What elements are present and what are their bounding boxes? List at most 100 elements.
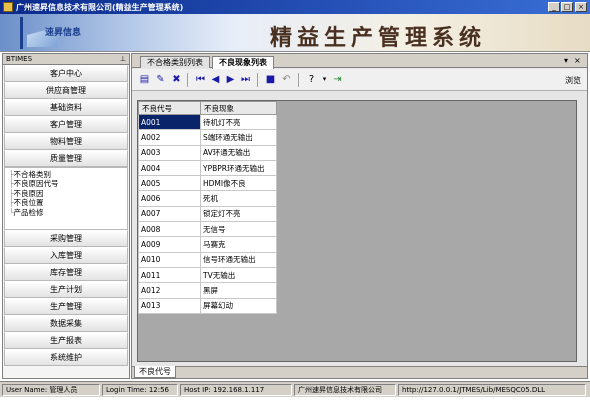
nav-production-management[interactable]: 生产管理 [4,298,128,315]
cell-defect-code[interactable]: A001 [138,113,201,131]
prev-record-icon[interactable]: ◀ [209,73,222,86]
cell-defect-phenomenon[interactable]: 屏幕幻动 [200,297,277,314]
nav-inventory-management[interactable]: 库存管理 [4,264,128,281]
cell-defect-phenomenon[interactable]: 锁定灯不亮 [200,205,277,223]
tab-close-icon[interactable]: × [574,56,581,65]
cell-defect-phenomenon[interactable]: 信号环通无输出 [200,251,277,268]
bottom-tab-strip: 不良代号 [132,366,587,378]
tree-item[interactable]: ├不良原因 [9,189,127,198]
nav-quality-management[interactable]: 质量管理 [4,150,128,167]
dropdown-arrow-icon[interactable]: ▾ [318,73,331,86]
toolbar: ▤ ✎ ✖ ⏮ ◀ ▶ ⏭ ■ ↶ ? ▾ ⇥ 浏览 [132,69,587,91]
cell-defect-phenomenon[interactable]: S端环通无输出 [200,129,277,146]
nav-purchase-management[interactable]: 采购管理 [4,230,128,247]
save-icon[interactable]: ■ [264,73,277,86]
status-user: User Name: 管理人员 [2,384,100,396]
cell-defect-phenomenon[interactable]: HDMI像不良 [200,175,277,192]
edit-icon[interactable]: ✎ [154,73,167,86]
table-row[interactable]: A008 无信号 [138,221,277,238]
nav-inbound-management[interactable]: 入库管理 [4,247,128,264]
new-icon[interactable]: ▤ [138,73,151,86]
table-row[interactable]: A012 黑屏 [138,282,277,299]
table-row[interactable]: A004 YPBPR环通无输出 [138,159,277,177]
tree-item[interactable]: └产品检修 [9,208,127,217]
table-row[interactable]: A009 马赛克 [138,236,277,253]
tab-strip: 不合格类别列表 不良现象列表 ▾ × [132,54,587,69]
table-row[interactable]: A007 锁定灯不亮 [138,205,277,223]
cell-defect-phenomenon[interactable]: 黑屏 [200,282,277,299]
nav-data-collection[interactable]: 数据采集 [4,315,128,332]
sidebar: BTIMES ⊥ 客户中心 供应商管理 基础资料 客户管理 物料管理 质量管理 … [2,53,130,379]
table-row[interactable]: A005 HDMI像不良 [138,175,277,192]
sidebar-header: BTIMES ⊥ [3,54,129,65]
app-banner: 速昇信息 精益生产管理系统 [0,14,590,52]
cell-defect-phenomenon[interactable]: 死机 [200,190,277,207]
cell-defect-code[interactable]: A005 [138,175,201,192]
cell-defect-phenomenon[interactable]: 无信号 [200,221,277,238]
help-icon[interactable]: ? [305,73,318,86]
column-header-code[interactable]: 不良代号 [138,101,201,115]
table-row[interactable]: A013 屏幕幻动 [138,297,277,314]
nav-production-reports[interactable]: 生产报表 [4,332,128,349]
cell-defect-phenomenon[interactable]: 马赛克 [200,236,277,253]
window-title: 广州速昇信息技术有限公司(精益生产管理系统) [16,3,184,12]
tree-item[interactable]: ├不良位置 [9,198,127,207]
nav-supplier-management[interactable]: 供应商管理 [4,82,128,99]
maximize-button[interactable]: □ [561,2,573,12]
nav-basic-data[interactable]: 基础资料 [4,99,128,116]
status-host-ip: Host IP: 192.168.1.117 [180,384,292,396]
tree-item[interactable]: ├不良原因代号 [9,179,127,188]
table-row[interactable]: A010 信号环通无输出 [138,251,277,268]
nav-customer-center[interactable]: 客户中心 [4,65,128,82]
nav-material-management[interactable]: 物料管理 [4,133,128,150]
company-logo: 速昇信息 [20,17,92,49]
table-row[interactable]: A011 TV无输出 [138,266,277,284]
cell-defect-code[interactable]: A003 [138,144,201,161]
defect-table: 不良代号 不良现象 A001 待机灯不亮 A002 S端环通无输出 A003 AV环通无输… [138,101,277,314]
table-row[interactable]: A003 AV环通无输出 [138,144,277,161]
browse-mode-label: 浏览 [565,76,581,85]
cell-defect-code[interactable]: A008 [138,221,201,238]
first-record-icon[interactable]: ⏮ [194,73,207,86]
cell-defect-phenomenon[interactable]: TV无输出 [200,266,277,284]
table-row[interactable]: A002 S端环通无输出 [138,129,277,146]
cell-defect-code[interactable]: A013 [138,297,201,314]
window-titlebar: 广州速昇信息技术有限公司(精益生产管理系统) _ □ × [0,0,590,14]
tab-defect-category-list[interactable]: 不合格类别列表 [140,56,210,68]
nav-production-plan[interactable]: 生产计划 [4,281,128,298]
sidebar-header-label: BTIMES [6,55,33,63]
undo-icon[interactable]: ↶ [280,73,293,86]
cell-defect-code[interactable]: A009 [138,236,201,253]
nav-customer-management[interactable]: 客户管理 [4,116,128,133]
tab-defect-phenomenon-list[interactable]: 不良现象列表 [212,56,274,69]
last-record-icon[interactable]: ⏭ [239,73,252,86]
cell-defect-code[interactable]: A002 [138,129,201,146]
main-panel: 不合格类别列表 不良现象列表 ▾ × ▤ ✎ ✖ ⏮ ◀ ▶ ⏭ ■ ↶ ? ▾… [131,53,588,379]
tree-item[interactable]: ├不合格类别 [9,170,127,179]
next-record-icon[interactable]: ▶ [224,73,237,86]
cell-defect-phenomenon[interactable]: AV环通无输出 [200,144,277,161]
cell-defect-code[interactable]: A006 [138,190,201,207]
delete-icon[interactable]: ✖ [170,73,183,86]
nav-system-maintenance[interactable]: 系统维护 [4,349,128,366]
status-login-time: Login Time: 12:56 [102,384,178,396]
cell-defect-code[interactable]: A012 [138,282,201,299]
defect-grid: 不良代号 不良现象 A001 待机灯不亮 A002 S端环通无输出 A003 AV环通无输… [137,100,577,362]
table-row[interactable]: A001 待机灯不亮 [138,113,277,131]
cell-defect-code[interactable]: A011 [138,266,201,284]
pin-icon[interactable]: ⊥ [120,54,126,64]
table-header-row: 不良代号 不良现象 [138,101,277,115]
minimize-button[interactable]: _ [548,2,560,12]
bottom-tab-defect-code[interactable]: 不良代号 [134,366,176,378]
column-header-phenomenon[interactable]: 不良现象 [200,101,277,115]
cell-defect-code[interactable]: A007 [138,205,201,223]
cell-defect-code[interactable]: A010 [138,251,201,268]
cell-defect-phenomenon[interactable]: YPBPR环通无输出 [200,159,277,177]
cell-defect-code[interactable]: A004 [138,159,201,177]
close-button[interactable]: × [575,2,587,12]
cell-defect-phenomenon[interactable]: 待机灯不亮 [200,113,277,131]
tab-menu-icon[interactable]: ▾ [564,56,568,65]
table-row[interactable]: A006 死机 [138,190,277,207]
exit-icon[interactable]: ⇥ [331,73,344,86]
logo-text: 速昇信息 [45,28,82,38]
